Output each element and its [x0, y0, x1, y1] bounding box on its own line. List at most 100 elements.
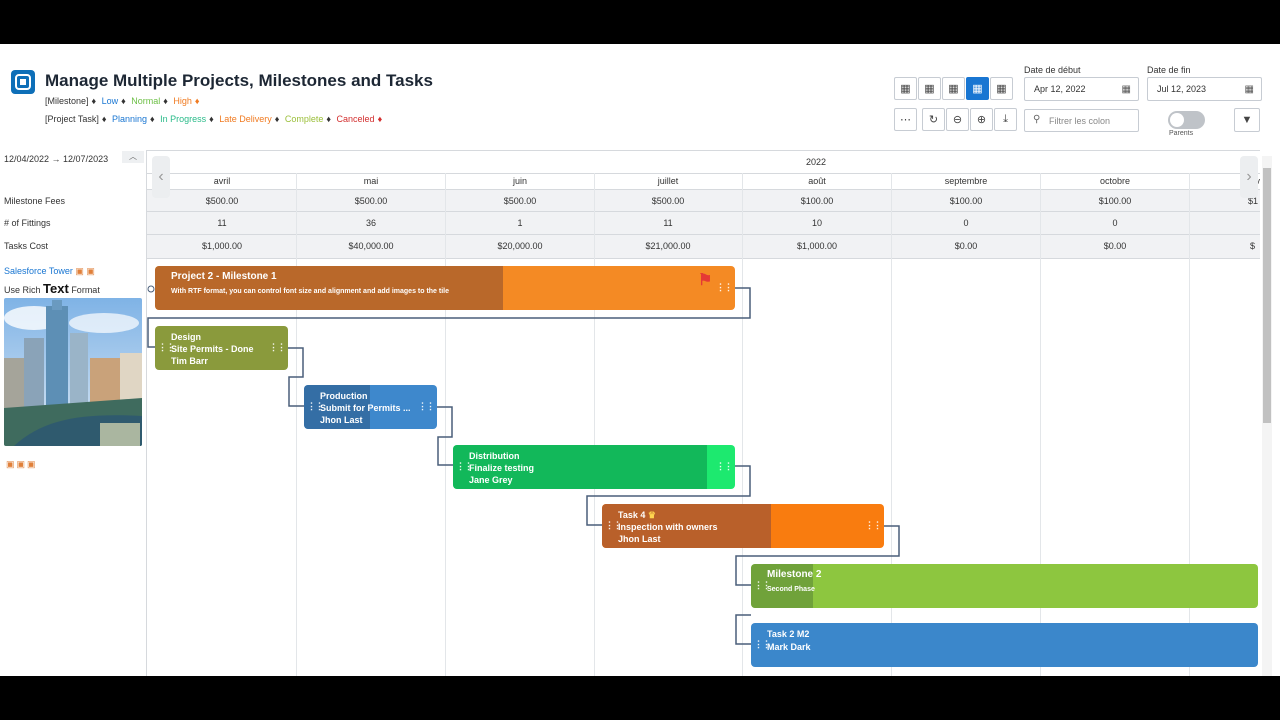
drag-handle-icon[interactable]: ⋮⋮: [418, 401, 435, 412]
row-label-milestone-fees: Milestone Fees: [4, 196, 66, 206]
calendar-month-icon[interactable]: ▦: [942, 77, 965, 100]
collapse-header-icon[interactable]: ︿: [122, 151, 144, 163]
stat-cell: 11: [663, 218, 673, 228]
drag-handle-icon[interactable]: ⋮⋮: [716, 461, 733, 472]
end-date-label: Date de fin: [1147, 65, 1191, 75]
legend-complete: Complete: [284, 114, 324, 124]
calendar-icon: ▦: [1121, 84, 1131, 95]
divider: [0, 150, 1260, 151]
stat-cell: $1,000.00: [201, 241, 243, 251]
building-photo: [4, 298, 142, 446]
drag-handle-icon[interactable]: ⋮⋮: [269, 342, 286, 353]
legend-low: Low: [101, 96, 119, 106]
more-icon[interactable]: ⋯: [894, 108, 917, 131]
calendar-week-icon[interactable]: ▦: [918, 77, 941, 100]
task-owner: Jhon Last: [320, 415, 363, 425]
stat-cell: 11: [217, 218, 227, 228]
legend-in-progress: In Progress: [160, 114, 207, 124]
zoom-in-icon[interactable]: ⊕: [970, 108, 993, 131]
task-bar-production[interactable]: ⋮⋮ Production Submit for Permits ... Jho…: [304, 385, 437, 429]
task-subtitle: Inspection with owners: [618, 522, 718, 532]
link-label: Salesforce Tower: [4, 266, 73, 276]
task-subtitle: With RTF format, you can control font si…: [171, 288, 450, 295]
search-icon: ⚲: [1033, 114, 1041, 125]
date-range: 12/04/2022 → 12/07/2023: [4, 154, 109, 164]
task-bar-milestone-1[interactable]: Project 2 - Milestone 1 With RTF format,…: [155, 266, 735, 310]
end-date-value: Jul 12, 2023: [1157, 84, 1207, 94]
page-title: Manage Multiple Projects, Milestones and…: [45, 71, 433, 90]
stat-cell: $500.00: [354, 196, 388, 206]
task-title: Design: [171, 332, 202, 342]
task-owner: Jane Grey: [469, 475, 513, 485]
scrollbar-thumb[interactable]: [1263, 168, 1271, 423]
start-date-value: Apr 12, 2022: [1034, 84, 1086, 94]
parents-toggle[interactable]: [1168, 111, 1205, 129]
stat-cell: $500.00: [503, 196, 537, 206]
vertical-scrollbar[interactable]: [1262, 156, 1272, 676]
task-text: Design Site Permits - Done Tim Barr: [171, 331, 254, 367]
task-text: Distribution Finalize testing Jane Grey: [469, 450, 534, 486]
drag-handle-icon[interactable]: ⋮⋮: [865, 520, 882, 531]
month-header: août: [808, 176, 826, 186]
gantt-app: Manage Multiple Projects, Milestones and…: [0, 44, 1280, 676]
calendar-year-icon[interactable]: ▦: [990, 77, 1013, 100]
stat-cell: $0.00: [1103, 241, 1127, 251]
drag-handle-icon[interactable]: ⋮⋮: [716, 282, 733, 293]
salesforce-tower-link[interactable]: Salesforce Tower ▣ ▣: [4, 266, 95, 277]
stat-cell: 36: [365, 218, 376, 228]
filter-funnel-icon[interactable]: ▼: [1234, 108, 1260, 132]
end-date-input[interactable]: Jul 12, 2023 ▦: [1147, 77, 1262, 101]
task-title: Task 2 M2: [767, 629, 810, 639]
start-date-label: Date de début: [1024, 65, 1081, 75]
divider: [0, 189, 1260, 190]
start-date-input[interactable]: Apr 12, 2022 ▦: [1024, 77, 1139, 101]
stat-cell: $500.00: [205, 196, 239, 206]
task-owner: Jhon Last: [618, 534, 661, 544]
legend-task-label: [Project Task]: [45, 114, 99, 124]
task-text: Task 2 M2 Mark Dark: [767, 628, 811, 654]
task-subtitle: Second Phase: [767, 586, 815, 593]
task-title: Distribution: [469, 451, 520, 461]
divider: [0, 211, 1260, 212]
attachment-icons: ▣▣▣: [6, 459, 38, 469]
rich-suffix: Format: [71, 285, 100, 295]
month-header: juin: [512, 176, 527, 186]
refresh-icon[interactable]: ↻: [922, 108, 945, 131]
task-bar-task-4[interactable]: ⋮⋮ Task 4 ♛ Inspection with owners Jhon …: [602, 504, 884, 548]
calendar-day-icon[interactable]: ▦: [894, 77, 917, 100]
stat-cell: $100.00: [949, 196, 983, 206]
task-text: Task 4 ♛ Inspection with owners Jhon Las…: [618, 509, 718, 545]
filter-placeholder: Filtrer les colon: [1049, 115, 1111, 126]
stat-cell: $500.00: [651, 196, 685, 206]
legend-milestone-label: [Milestone]: [45, 96, 89, 106]
month-header: mai: [363, 176, 379, 186]
legend-planning: Planning: [111, 114, 147, 124]
calendar-icon: ▦: [1244, 84, 1254, 95]
month-header: avril: [213, 176, 231, 186]
image-icon: ▣ ▣: [75, 266, 95, 276]
legend-late-delivery: Late Delivery: [219, 114, 272, 124]
calendar-quarter-icon[interactable]: ▦: [966, 77, 989, 100]
stat-cell: $: [1250, 241, 1256, 251]
timeline-year: 2022: [806, 157, 827, 167]
stat-cell: 10: [811, 218, 822, 228]
column-filter-input[interactable]: ⚲ Filtrer les colon: [1024, 109, 1139, 132]
task-bar-task-2-m2[interactable]: ⋮⋮ Task 2 M2 Mark Dark: [751, 623, 1258, 667]
crown-icon: ♛: [647, 510, 656, 520]
legend-canceled: Canceled: [336, 114, 375, 124]
stat-cell: $100.00: [1098, 196, 1132, 206]
scroll-right-icon[interactable]: ›: [1240, 156, 1258, 198]
scroll-left-icon[interactable]: ‹: [152, 156, 170, 198]
stat-cell: $100.00: [800, 196, 834, 206]
download-icon[interactable]: ⤓: [994, 108, 1017, 131]
milestone-legend: [Milestone] ♦ Low ♦ Normal ♦ High ♦: [45, 96, 200, 106]
stat-cell: 0: [963, 218, 969, 228]
task-bar-milestone-2[interactable]: ⋮⋮ Milestone 2 Second Phase: [751, 564, 1258, 608]
zoom-out-icon[interactable]: ⊖: [946, 108, 969, 131]
rich-prefix: Use Rich: [4, 285, 41, 295]
legend-normal: Normal: [131, 96, 161, 106]
stat-cell: $40,000.00: [348, 241, 394, 251]
month-header: juillet: [657, 176, 679, 186]
task-bar-distribution[interactable]: ⋮⋮ Distribution Finalize testing Jane Gr…: [453, 445, 735, 489]
task-bar-design[interactable]: ⋮⋮ Design Site Permits - Done Tim Barr ⋮…: [155, 326, 288, 370]
